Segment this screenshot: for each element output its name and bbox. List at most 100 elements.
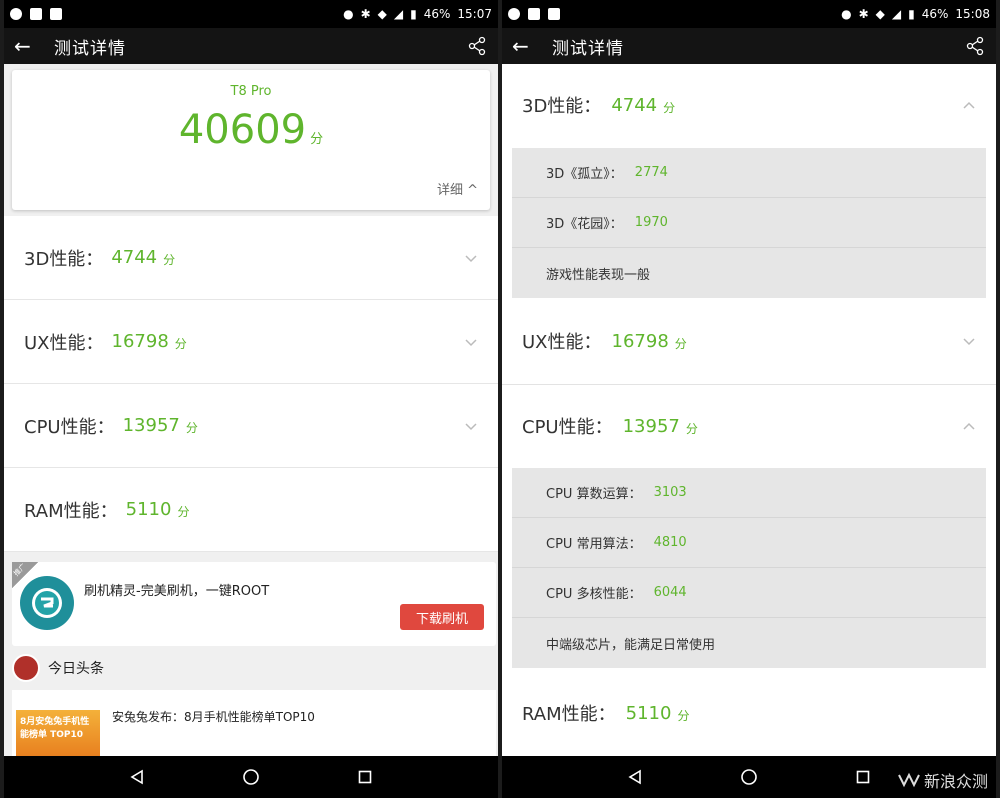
section-label: UX性能： xyxy=(522,332,602,353)
section-value: 16798 xyxy=(611,330,669,352)
nav-back-icon[interactable] xyxy=(125,765,149,789)
row-label: CPU性能： xyxy=(24,416,115,438)
nav-back-icon[interactable] xyxy=(623,765,647,789)
signal-icon: ◢ xyxy=(393,7,404,21)
wifi-icon: ◆ xyxy=(377,7,387,21)
sub-row: 3D《花园》： 1970 xyxy=(512,198,986,248)
bluetooth-icon: ✱ xyxy=(360,7,371,21)
nav-recents-icon[interactable] xyxy=(353,765,377,789)
app-notification-icon xyxy=(50,8,62,20)
sub-value: 4810 xyxy=(653,535,687,550)
bluetooth-icon: ✱ xyxy=(858,7,869,21)
watermark-text: 新浪众测 xyxy=(923,772,988,791)
section-ram[interactable]: RAM性能： 5110 分 xyxy=(502,672,996,754)
nav-home-icon[interactable] xyxy=(737,765,761,789)
share-icon[interactable] xyxy=(964,35,986,57)
chevron-up-icon xyxy=(963,101,975,109)
row-unit: 分 xyxy=(163,253,176,267)
row-value: 4744 xyxy=(111,247,158,268)
sub-value: 6044 xyxy=(653,585,687,600)
row-3d[interactable]: 3D性能： 4744 分 xyxy=(4,216,498,300)
row-label: UX性能： xyxy=(24,332,104,354)
page-title: 测试详情 xyxy=(54,38,126,59)
clock: 15:08 xyxy=(955,7,990,21)
notification-icon xyxy=(508,8,520,20)
chevron-down-icon xyxy=(963,338,975,346)
section-unit: 分 xyxy=(685,421,698,436)
nav-home-icon[interactable] xyxy=(239,765,263,789)
share-icon[interactable] xyxy=(466,35,488,57)
image-icon xyxy=(30,8,42,20)
sub-label: CPU 算数运算： xyxy=(546,487,642,502)
sub-value: 3103 xyxy=(653,485,687,500)
sub-row: 游戏性能表现一般 xyxy=(512,248,986,298)
sub-row: CPU 算数运算： 3103 xyxy=(512,468,986,518)
sub-row: CPU 常用算法： 4810 xyxy=(512,518,986,568)
back-arrow-icon[interactable]: ← xyxy=(14,34,42,58)
row-unit: 分 xyxy=(177,505,190,519)
score-summary-card: T8 Pro 40609 分 详细 ^ xyxy=(12,70,490,210)
battery-icon: ▮ xyxy=(410,7,417,21)
row-cpu[interactable]: CPU性能： 13957 分 xyxy=(4,384,498,468)
location-icon: ● xyxy=(841,7,852,21)
row-label: 3D性能： xyxy=(24,248,104,270)
section-unit: 分 xyxy=(677,708,690,723)
news-source-name: 今日头条 xyxy=(48,661,104,677)
row-label: RAM性能： xyxy=(24,500,118,522)
sub-label: CPU 多核性能： xyxy=(546,587,642,602)
location-icon: ● xyxy=(343,7,354,21)
row-ux[interactable]: UX性能： 16798 分 xyxy=(4,300,498,384)
signal-icon: ◢ xyxy=(891,7,902,21)
status-bar: ● ✱ ◆ ◢ ▮ 46% 15:08 xyxy=(502,0,996,28)
chevron-down-icon xyxy=(465,338,477,346)
back-arrow-icon[interactable]: ← xyxy=(512,34,540,58)
ad-card[interactable]: 推广 刷机精灵-完美刷机，一键ROOT 下载刷机 xyxy=(12,562,496,646)
sub-value: 1970 xyxy=(634,215,668,230)
row-value: 5110 xyxy=(125,499,172,520)
page-title: 测试详情 xyxy=(552,38,624,59)
wifi-icon: ◆ xyxy=(875,7,885,21)
notification-icon xyxy=(10,8,22,20)
sub-label: 3D《花园》： xyxy=(546,217,623,232)
sub-label: CPU 常用算法： xyxy=(546,537,642,552)
section-value: 5110 xyxy=(625,702,672,724)
sub-note: 中端级芯片，能满足日常使用 xyxy=(546,637,716,653)
section-label: RAM性能： xyxy=(522,704,616,725)
news-source[interactable]: 今日头条 xyxy=(12,652,490,684)
detail-label: 详细 xyxy=(436,183,463,198)
download-button[interactable]: 下载刷机 xyxy=(400,604,484,630)
sub-row: CPU 多核性能： 6044 xyxy=(512,568,986,618)
nav-bar xyxy=(4,756,498,798)
total-score-value: 40609 xyxy=(178,107,307,153)
section-value: 4744 xyxy=(611,94,658,116)
section-label: CPU性能： xyxy=(522,417,613,438)
row-value: 16798 xyxy=(111,331,169,352)
section-cpu[interactable]: CPU性能： 13957 分 xyxy=(502,385,996,467)
watermark-logo-icon xyxy=(898,772,920,788)
row-ram[interactable]: RAM性能： 5110 分 xyxy=(4,468,498,552)
row-value: 13957 xyxy=(122,415,180,436)
sub-panel-3d: 3D《孤立》： 2774 3D《花园》： 1970 游戏性能表现一般 xyxy=(512,148,986,298)
chevron-down-icon xyxy=(465,422,477,430)
detail-toggle[interactable]: 详细 ^ xyxy=(437,179,478,198)
total-score-unit: 分 xyxy=(310,132,324,147)
ad-title: 刷机精灵-完美刷机，一键ROOT xyxy=(84,584,270,599)
app-bar: ← 测试详情 xyxy=(4,28,498,64)
news-item[interactable]: 8月安兔兔手机性能榜单 TOP10 安兔兔发布：8月手机性能榜单TOP10 xyxy=(12,690,496,760)
section-ux[interactable]: UX性能： 16798 分 xyxy=(502,300,996,382)
section-3d[interactable]: 3D性能： 4744 分 xyxy=(502,64,996,146)
battery-percent: 46% xyxy=(921,7,949,21)
sub-row: 3D《孤立》： 2774 xyxy=(512,148,986,198)
section-unit: 分 xyxy=(674,336,687,351)
right-screen: ● ✱ ◆ ◢ ▮ 46% 15:08 ← 测试详情 3D性能： 4744 分 … xyxy=(502,0,996,798)
nav-recents-icon[interactable] xyxy=(851,765,875,789)
battery-icon: ▮ xyxy=(908,7,915,21)
total-score: 40609 分 xyxy=(12,107,490,153)
app-logo-icon xyxy=(20,576,74,630)
sub-value: 2774 xyxy=(634,165,668,180)
section-label: 3D性能： xyxy=(522,96,602,117)
clock: 15:07 xyxy=(457,7,492,21)
image-icon xyxy=(528,8,540,20)
news-thumbnail: 8月安兔兔手机性能榜单 TOP10 xyxy=(16,710,100,760)
app-bar: ← 测试详情 xyxy=(502,28,996,64)
